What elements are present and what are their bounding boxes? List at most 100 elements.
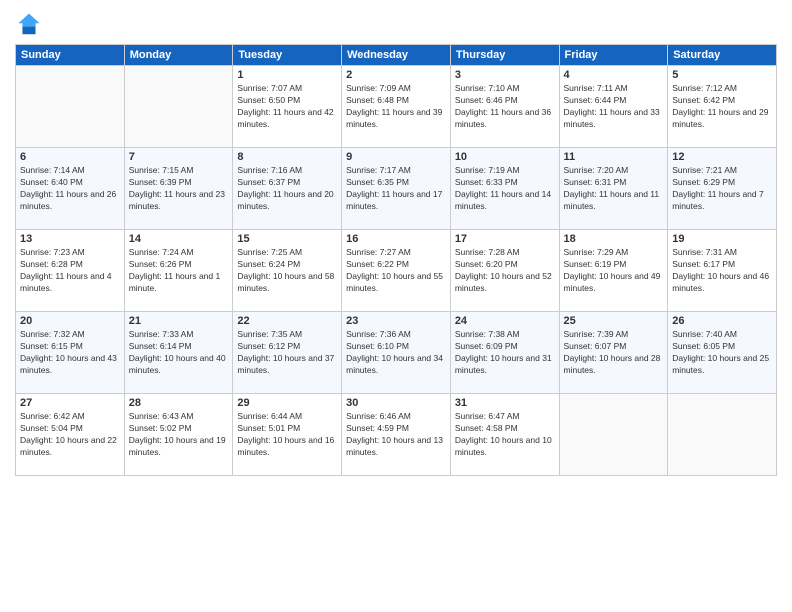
calendar-week-row: 1 Sunrise: 7:07 AMSunset: 6:50 PMDaylight… xyxy=(16,66,777,148)
calendar-cell: 21Sunrise: 7:33 AMSunset: 6:14 PMDayligh… xyxy=(124,312,233,394)
calendar-week-row: 20 Sunrise: 7:32 AMSunset: 6:15 PMDayligh… xyxy=(16,312,777,394)
calendar: SundayMondayTuesdayWednesdayThursdayFrid… xyxy=(15,44,777,476)
day-info: Sunrise: 7:39 AMSunset: 6:07 PMDaylight:… xyxy=(564,329,664,377)
day-number: 12 xyxy=(672,151,772,163)
day-info: Sunrise: 7:29 AMSunset: 6:19 PMDaylight:… xyxy=(564,247,664,295)
weekday-header: Monday xyxy=(124,45,233,66)
calendar-cell: 30 Sunrise: 6:46 AMSunset: 4:59 PMDayligh… xyxy=(342,394,451,476)
day-number: 23 xyxy=(346,315,446,327)
day-info: Sunrise: 7:09 AMSunset: 6:48 PMDaylight:… xyxy=(346,83,446,131)
day-number: 11 xyxy=(564,151,664,163)
calendar-cell: 20 Sunrise: 7:32 AMSunset: 6:15 PMDayligh… xyxy=(16,312,125,394)
day-number: 22 xyxy=(237,315,337,327)
day-info: Sunrise: 7:36 AMSunset: 6:10 PMDaylight:… xyxy=(346,329,446,377)
day-number: 15 xyxy=(237,233,337,245)
calendar-cell: 2 Sunrise: 7:09 AMSunset: 6:48 PMDaylight… xyxy=(342,66,451,148)
day-info: Sunrise: 7:14 AMSunset: 6:40 PMDaylight:… xyxy=(20,165,120,213)
page: SundayMondayTuesdayWednesdayThursdayFrid… xyxy=(0,0,792,612)
calendar-cell: 19Sunrise: 7:31 AMSunset: 6:17 PMDayligh… xyxy=(668,230,777,312)
day-info: Sunrise: 7:10 AMSunset: 6:46 PMDaylight:… xyxy=(455,83,555,131)
calendar-cell: 13Sunrise: 7:23 AMSunset: 6:28 PMDayligh… xyxy=(16,230,125,312)
calendar-cell: 26 Sunrise: 7:40 AMSunset: 6:05 PMDayligh… xyxy=(668,312,777,394)
calendar-cell: 23 Sunrise: 7:36 AMSunset: 6:10 PMDayligh… xyxy=(342,312,451,394)
day-number: 20 xyxy=(20,315,120,327)
calendar-cell: 9 Sunrise: 7:17 AMSunset: 6:35 PMDaylight… xyxy=(342,148,451,230)
day-number: 18 xyxy=(564,233,664,245)
day-number: 1 xyxy=(237,69,337,81)
weekday-header: Tuesday xyxy=(233,45,342,66)
day-info: Sunrise: 6:42 AMSunset: 5:04 PMDaylight:… xyxy=(20,411,120,459)
calendar-cell: 28Sunrise: 6:43 AMSunset: 5:02 PMDayligh… xyxy=(124,394,233,476)
day-info: Sunrise: 7:28 AMSunset: 6:20 PMDaylight:… xyxy=(455,247,555,295)
day-number: 8 xyxy=(237,151,337,163)
day-number: 27 xyxy=(20,397,120,409)
day-number: 7 xyxy=(129,151,229,163)
day-info: Sunrise: 7:12 AMSunset: 6:42 PMDaylight:… xyxy=(672,83,772,131)
calendar-cell: 8 Sunrise: 7:16 AMSunset: 6:37 PMDaylight… xyxy=(233,148,342,230)
calendar-cell: 15 Sunrise: 7:25 AMSunset: 6:24 PMDayligh… xyxy=(233,230,342,312)
calendar-cell xyxy=(124,66,233,148)
day-info: Sunrise: 6:46 AMSunset: 4:59 PMDaylight:… xyxy=(346,411,446,459)
weekday-header: Sunday xyxy=(16,45,125,66)
weekday-header: Wednesday xyxy=(342,45,451,66)
day-number: 31 xyxy=(455,397,555,409)
day-number: 9 xyxy=(346,151,446,163)
calendar-cell xyxy=(668,394,777,476)
calendar-cell: 24Sunrise: 7:38 AMSunset: 6:09 PMDayligh… xyxy=(450,312,559,394)
calendar-cell: 16 Sunrise: 7:27 AMSunset: 6:22 PMDayligh… xyxy=(342,230,451,312)
calendar-cell: 25 Sunrise: 7:39 AMSunset: 6:07 PMDayligh… xyxy=(559,312,668,394)
day-info: Sunrise: 7:16 AMSunset: 6:37 PMDaylight:… xyxy=(237,165,337,213)
day-info: Sunrise: 7:07 AMSunset: 6:50 PMDaylight:… xyxy=(237,83,337,131)
day-number: 28 xyxy=(129,397,229,409)
day-info: Sunrise: 7:31 AMSunset: 6:17 PMDaylight:… xyxy=(672,247,772,295)
calendar-cell: 10Sunrise: 7:19 AMSunset: 6:33 PMDayligh… xyxy=(450,148,559,230)
day-number: 14 xyxy=(129,233,229,245)
day-number: 16 xyxy=(346,233,446,245)
weekday-header: Saturday xyxy=(668,45,777,66)
day-number: 17 xyxy=(455,233,555,245)
day-info: Sunrise: 7:25 AMSunset: 6:24 PMDaylight:… xyxy=(237,247,337,295)
calendar-cell: 7 Sunrise: 7:15 AMSunset: 6:39 PMDaylight… xyxy=(124,148,233,230)
calendar-cell: 6 Sunrise: 7:14 AMSunset: 6:40 PMDaylight… xyxy=(16,148,125,230)
calendar-cell: 5 Sunrise: 7:12 AMSunset: 6:42 PMDaylight… xyxy=(668,66,777,148)
day-number: 5 xyxy=(672,69,772,81)
calendar-cell: 17 Sunrise: 7:28 AMSunset: 6:20 PMDayligh… xyxy=(450,230,559,312)
day-info: Sunrise: 7:20 AMSunset: 6:31 PMDaylight:… xyxy=(564,165,664,213)
calendar-cell: 4Sunrise: 7:11 AMSunset: 6:44 PMDaylight… xyxy=(559,66,668,148)
calendar-cell: 14Sunrise: 7:24 AMSunset: 6:26 PMDayligh… xyxy=(124,230,233,312)
calendar-week-row: 6 Sunrise: 7:14 AMSunset: 6:40 PMDaylight… xyxy=(16,148,777,230)
calendar-cell: 27 Sunrise: 6:42 AMSunset: 5:04 PMDayligh… xyxy=(16,394,125,476)
calendar-week-row: 13Sunrise: 7:23 AMSunset: 6:28 PMDayligh… xyxy=(16,230,777,312)
logo-icon xyxy=(15,10,43,38)
calendar-cell: 18 Sunrise: 7:29 AMSunset: 6:19 PMDayligh… xyxy=(559,230,668,312)
day-info: Sunrise: 7:19 AMSunset: 6:33 PMDaylight:… xyxy=(455,165,555,213)
day-number: 24 xyxy=(455,315,555,327)
day-number: 30 xyxy=(346,397,446,409)
weekday-header-row: SundayMondayTuesdayWednesdayThursdayFrid… xyxy=(16,45,777,66)
calendar-cell: 22Sunrise: 7:35 AMSunset: 6:12 PMDayligh… xyxy=(233,312,342,394)
day-info: Sunrise: 7:17 AMSunset: 6:35 PMDaylight:… xyxy=(346,165,446,213)
day-info: Sunrise: 7:40 AMSunset: 6:05 PMDaylight:… xyxy=(672,329,772,377)
day-number: 4 xyxy=(564,69,664,81)
header xyxy=(15,10,777,38)
day-info: Sunrise: 7:27 AMSunset: 6:22 PMDaylight:… xyxy=(346,247,446,295)
day-info: Sunrise: 7:32 AMSunset: 6:15 PMDaylight:… xyxy=(20,329,120,377)
calendar-cell: 3 Sunrise: 7:10 AMSunset: 6:46 PMDaylight… xyxy=(450,66,559,148)
calendar-week-row: 27 Sunrise: 6:42 AMSunset: 5:04 PMDayligh… xyxy=(16,394,777,476)
day-info: Sunrise: 7:15 AMSunset: 6:39 PMDaylight:… xyxy=(129,165,229,213)
calendar-cell xyxy=(16,66,125,148)
day-number: 3 xyxy=(455,69,555,81)
calendar-cell: 12 Sunrise: 7:21 AMSunset: 6:29 PMDayligh… xyxy=(668,148,777,230)
day-number: 6 xyxy=(20,151,120,163)
day-number: 21 xyxy=(129,315,229,327)
day-number: 2 xyxy=(346,69,446,81)
logo xyxy=(15,10,47,38)
calendar-cell: 31 Sunrise: 6:47 AMSunset: 4:58 PMDayligh… xyxy=(450,394,559,476)
day-number: 26 xyxy=(672,315,772,327)
day-info: Sunrise: 6:47 AMSunset: 4:58 PMDaylight:… xyxy=(455,411,555,459)
day-info: Sunrise: 7:21 AMSunset: 6:29 PMDaylight:… xyxy=(672,165,772,213)
day-number: 29 xyxy=(237,397,337,409)
day-number: 25 xyxy=(564,315,664,327)
calendar-cell: 29Sunrise: 6:44 AMSunset: 5:01 PMDayligh… xyxy=(233,394,342,476)
weekday-header: Thursday xyxy=(450,45,559,66)
